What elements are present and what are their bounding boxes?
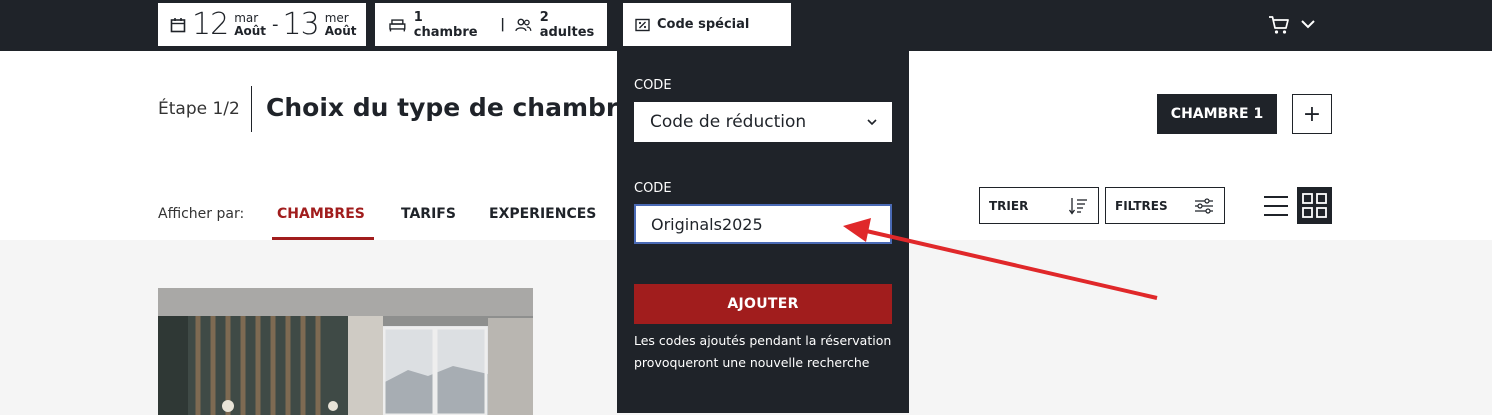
filters-button[interactable]: FILTRES bbox=[1105, 187, 1225, 224]
special-code-label: Code spécial bbox=[657, 17, 750, 32]
people-icon bbox=[515, 18, 532, 31]
tab-rates[interactable]: TARIFS bbox=[401, 206, 456, 222]
checkin-day: 12 bbox=[192, 6, 229, 42]
sort-icon bbox=[1068, 198, 1087, 215]
tab-rooms[interactable]: CHAMBRES bbox=[277, 206, 365, 222]
checkout-month: Août bbox=[324, 24, 357, 38]
code-type-value: Code de réduction bbox=[650, 112, 807, 132]
sort-button[interactable]: TRIER bbox=[979, 187, 1099, 224]
top-bar: 12 mar Août - 13 mer Août 1 chambre | 2 … bbox=[0, 0, 1492, 51]
chevron-down-icon bbox=[867, 119, 877, 126]
checkin-month: Août bbox=[234, 24, 266, 38]
view-by-label: Afficher par: bbox=[158, 206, 245, 222]
calendar-icon bbox=[170, 17, 186, 32]
guests-count: 2 adultes bbox=[539, 9, 595, 40]
sort-label: TRIER bbox=[989, 198, 1029, 213]
rooms-count: 1 chambre bbox=[413, 9, 478, 40]
code-input[interactable] bbox=[634, 204, 892, 244]
code-type-label: CODE bbox=[634, 78, 672, 93]
code-info-note: Les codes ajoutés pendant la réservation… bbox=[634, 333, 892, 370]
tab-experiences[interactable]: EXPERIENCES bbox=[489, 206, 596, 222]
special-code-panel: CODE Code de réduction CODE AJOUTER Les … bbox=[617, 51, 909, 413]
chevron-down-icon[interactable] bbox=[1300, 16, 1316, 32]
code-type-select[interactable]: Code de réduction bbox=[634, 102, 892, 142]
checkout-day: 13 bbox=[282, 6, 320, 42]
sliders-icon bbox=[1195, 198, 1213, 214]
page-title: Choix du type de chambre bbox=[266, 93, 617, 122]
discount-icon bbox=[635, 18, 650, 31]
add-room-button[interactable]: + bbox=[1292, 94, 1332, 134]
heading-divider bbox=[251, 86, 252, 132]
grid-view-button[interactable] bbox=[1297, 187, 1332, 224]
bed-icon bbox=[389, 18, 406, 31]
step-indicator: Étape 1/2 bbox=[158, 99, 240, 119]
list-view-icon[interactable] bbox=[1262, 192, 1290, 220]
room-image[interactable] bbox=[158, 288, 533, 415]
room-guest-selector[interactable]: 1 chambre | 2 adultes bbox=[375, 3, 607, 46]
special-code-toggle[interactable]: Code spécial bbox=[623, 3, 791, 46]
cart-icon[interactable] bbox=[1268, 14, 1290, 36]
checkout-weekday: mer bbox=[324, 11, 349, 25]
filters-label: FILTRES bbox=[1115, 198, 1168, 213]
checkout-meta: mer Août bbox=[325, 12, 357, 37]
add-code-button[interactable]: AJOUTER bbox=[634, 284, 892, 324]
room-photo-graphic bbox=[158, 288, 533, 415]
room-guest-divider: | bbox=[500, 17, 505, 32]
checkin-weekday: mar bbox=[234, 11, 259, 25]
date-selector[interactable]: 12 mar Août - 13 mer Août bbox=[158, 3, 366, 46]
date-separator: - bbox=[272, 14, 279, 35]
room-1-button[interactable]: CHAMBRE 1 bbox=[1157, 94, 1277, 134]
checkin-meta: mar Août bbox=[234, 12, 266, 37]
code-value-label: CODE bbox=[634, 181, 672, 196]
grid-view-icon bbox=[1302, 193, 1327, 218]
